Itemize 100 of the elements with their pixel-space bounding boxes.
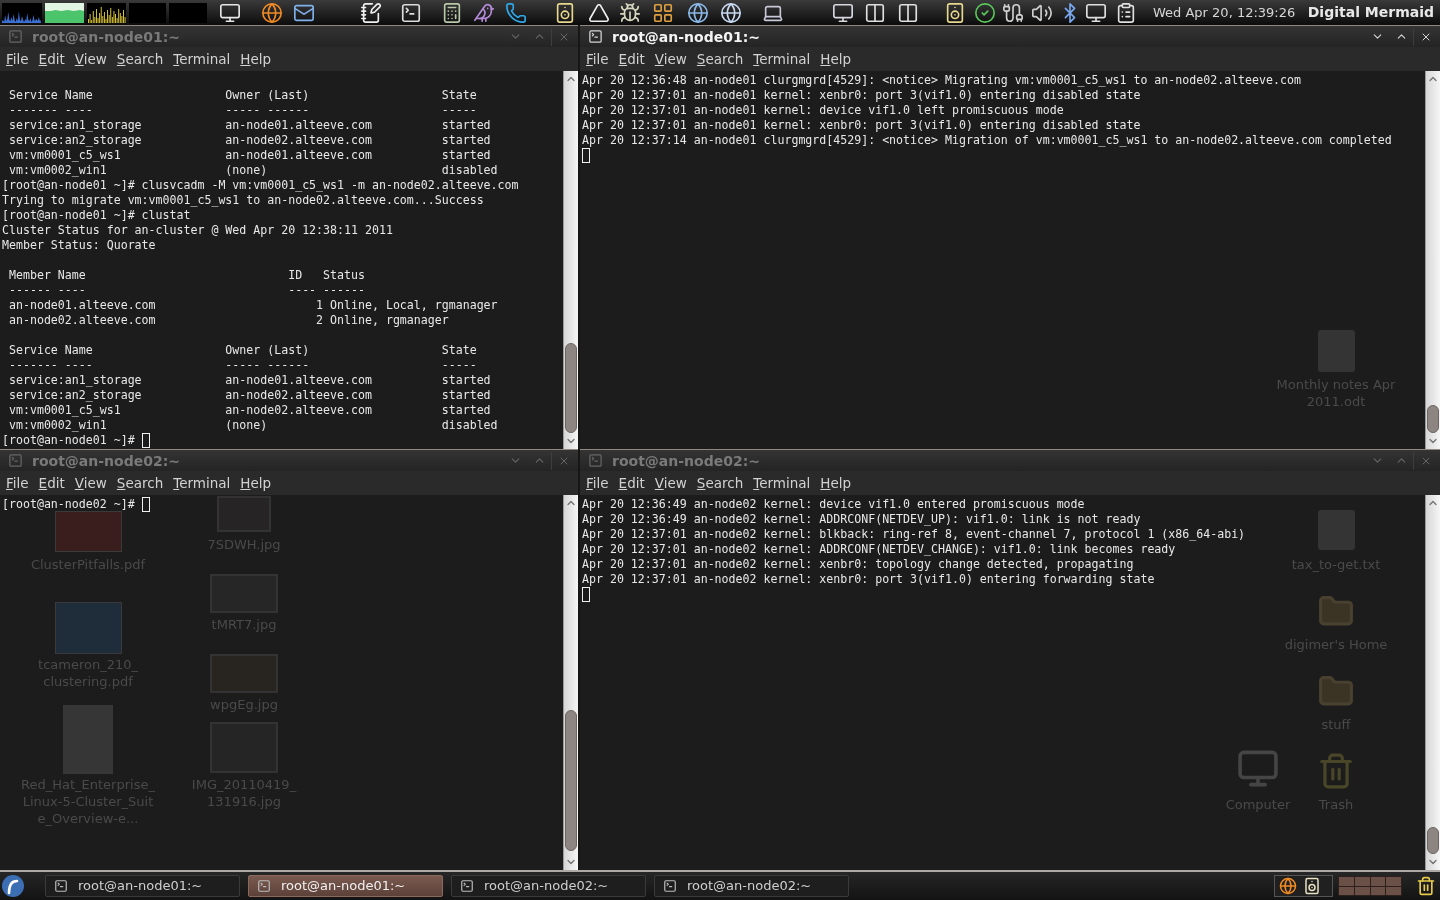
menu-item[interactable]: Terminal <box>753 474 811 492</box>
menu-item[interactable]: Help <box>240 474 272 492</box>
terminal-line: an-node02.alteeve.com 2 Online, rgmanager <box>7 313 449 328</box>
columns-icon[interactable] <box>897 1 919 24</box>
workspace-cell[interactable] <box>1354 877 1370 886</box>
columns-icon[interactable] <box>864 1 886 24</box>
cable-icon[interactable] <box>1002 1 1024 24</box>
menu-item[interactable]: File <box>586 474 609 492</box>
menu-item[interactable]: Terminal <box>173 474 231 492</box>
menu-item[interactable]: Help <box>240 50 272 68</box>
scrollbar-thumb[interactable] <box>1427 826 1439 854</box>
workspace-cell[interactable] <box>1386 886 1401 895</box>
speaker-icon[interactable] <box>1303 877 1321 895</box>
terminal-icon <box>257 879 271 893</box>
speaker-icon[interactable] <box>554 1 576 24</box>
window-title: root@an-node01:~ <box>32 27 180 46</box>
menu-item[interactable]: Terminal <box>173 50 231 68</box>
clock[interactable]: Wed Apr 20, 12:39:26 <box>1153 2 1296 23</box>
scrollbar[interactable] <box>563 495 578 870</box>
globe-icon[interactable] <box>720 1 742 24</box>
workspace-cell[interactable] <box>1339 877 1354 886</box>
terminal-line: Service Name Owner (Last) State <box>7 88 477 103</box>
workspace-cell[interactable] <box>1370 886 1386 895</box>
menu-item[interactable]: File <box>6 474 29 492</box>
triangle-icon[interactable] <box>588 1 610 24</box>
terminal-line: [root@an-node01 ~]# clusvcadm -M vm:vm0001_c5_ws1 -m an-node02.alteeve.com <box>2 178 519 193</box>
menu-item[interactable]: Edit <box>38 474 65 492</box>
workspace-cell[interactable] <box>1339 886 1354 895</box>
bird-icon[interactable] <box>473 1 495 24</box>
menu-item[interactable]: Search <box>696 50 744 68</box>
terminal-icon <box>54 879 68 893</box>
scrollbar[interactable] <box>563 71 578 449</box>
terminal-icon <box>8 29 23 44</box>
terminal-line: [root@an-node01 ~]# <box>2 433 135 448</box>
task-button[interactable]: root@an-node01:~ <box>248 875 443 897</box>
menu-logo-icon[interactable] <box>1 874 25 898</box>
check-circle-icon[interactable] <box>974 1 996 24</box>
pdf-thumbnail <box>54 511 122 552</box>
terminal-icon <box>588 29 603 44</box>
menu-item[interactable]: Edit <box>38 50 65 68</box>
monitor-icon[interactable] <box>832 1 854 24</box>
terminal-line: ------ ---- ---- ------ <box>7 283 365 298</box>
monitor-icon[interactable] <box>1085 1 1107 24</box>
globe-icon[interactable] <box>261 1 283 24</box>
text-cursor <box>582 148 590 163</box>
terminal-line: Service Name Owner (Last) State <box>7 343 477 358</box>
workspace-cell[interactable] <box>1370 877 1386 886</box>
scrollbar-thumb[interactable] <box>565 709 577 851</box>
terminal-line: vm:vm0001_c5_ws1 an-node02.alteeve.com started <box>7 403 491 418</box>
menu-item[interactable]: Search <box>116 474 164 492</box>
trash-icon[interactable] <box>1416 876 1436 896</box>
terminal-line: vm:vm0001_c5_ws1 an-node01.alteeve.com started <box>7 148 491 163</box>
file-icon <box>1317 330 1355 372</box>
spike-graph <box>2 2 42 23</box>
speaker-icon[interactable] <box>944 1 966 24</box>
task-button[interactable]: root@an-node01:~ <box>45 875 240 897</box>
scrollbar[interactable] <box>1425 495 1440 870</box>
window-title: root@an-node02:~ <box>32 451 180 470</box>
text-cursor <box>582 587 590 602</box>
menu-item[interactable]: View <box>74 50 107 68</box>
menu-item[interactable]: Terminal <box>753 50 811 68</box>
notepad-icon[interactable] <box>360 1 382 24</box>
user-name[interactable]: Digital Mermaid <box>1307 2 1434 23</box>
monitor-icon[interactable] <box>219 1 241 24</box>
menu-item[interactable]: Search <box>696 474 744 492</box>
menu-item[interactable]: Help <box>820 474 852 492</box>
menu-item[interactable]: View <box>74 474 107 492</box>
menu-item[interactable]: Help <box>820 50 852 68</box>
task-button[interactable]: root@an-node02:~ <box>654 875 849 897</box>
workspace-cell[interactable] <box>1354 886 1370 895</box>
globe-icon[interactable] <box>1279 877 1297 895</box>
clipboard-icon[interactable] <box>1115 1 1137 24</box>
terminal-line: ------- ---- ----- ------ ----- <box>7 358 477 373</box>
bug-icon[interactable] <box>619 1 641 24</box>
terminal-line: vm:vm0002_win1 (none) disabled <box>7 163 498 178</box>
globe-icon[interactable] <box>687 1 709 24</box>
menu-item[interactable]: Search <box>116 50 164 68</box>
terminal-line: Member Name ID Status <box>7 268 365 283</box>
window-title: root@an-node02:~ <box>612 451 760 470</box>
terminal-line: Apr 20 12:36:48 an-node01 clurgmgrd[4529]: <notice> Migrating vm:vm0001_c5_ws1 to an-node02.alteeve.com <box>582 73 1301 88</box>
tiles-icon[interactable] <box>652 1 674 24</box>
menu-item[interactable]: File <box>586 50 609 68</box>
workspace-cell[interactable] <box>1386 877 1401 886</box>
menu-item[interactable]: Edit <box>618 474 645 492</box>
menu-item[interactable]: Edit <box>618 50 645 68</box>
terminal-line: Apr 20 12:37:01 an-node02 kernel: blkback: ring-ref 8, event-channel 7, protocol 1 (x86_64-abi) <box>582 527 1246 542</box>
blank-graph <box>129 2 166 23</box>
menu-item[interactable]: View <box>654 474 687 492</box>
terminal-line: Apr 20 12:37:01 an-node01 kernel: device vif1.0 left promiscuous mode <box>582 103 1064 118</box>
scrollbar-thumb[interactable] <box>1427 405 1439 433</box>
task-button[interactable]: root@an-node02:~ <box>451 875 646 897</box>
scrollbar-thumb[interactable] <box>565 343 577 433</box>
menu-item[interactable]: View <box>654 50 687 68</box>
scrollbar[interactable] <box>1425 71 1440 449</box>
menu-item[interactable]: File <box>6 50 29 68</box>
terminal-icon[interactable] <box>400 1 422 24</box>
terminal-line: vm:vm0002_win1 (none) disabled <box>7 418 498 433</box>
terminal-line: Cluster Status for an-cluster @ Wed Apr 20 12:38:11 2011 <box>2 223 393 238</box>
phone-icon[interactable] <box>505 1 527 24</box>
calculator-icon[interactable] <box>441 1 463 24</box>
